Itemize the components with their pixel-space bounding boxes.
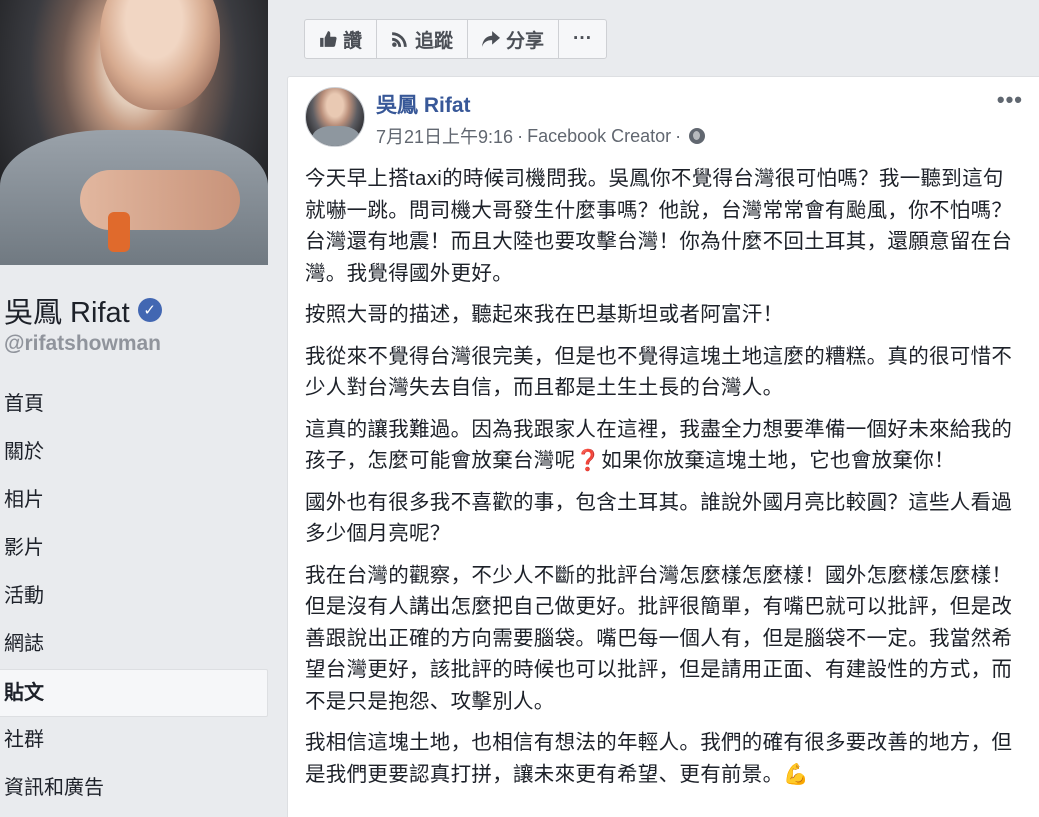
page-actions-bar: 讚 追蹤 分享 ··· — [304, 19, 608, 59]
post-paragraph: 按照大哥的描述，聽起來我在巴基斯坦或者阿富汗！ — [305, 303, 784, 326]
post-timestamp[interactable]: 7月21日上午9:16 — [376, 123, 513, 149]
nav-item-videos[interactable]: 影片 — [0, 525, 268, 573]
nav-item-info-ads[interactable]: 資訊和廣告 — [0, 765, 268, 813]
post-source[interactable]: Facebook Creator — [527, 126, 671, 147]
page-name-heading[interactable]: 吳鳳 Rifat ✓ — [4, 289, 162, 331]
share-button[interactable]: 分享 — [467, 19, 560, 59]
page-nav: 首頁 關於 相片 影片 活動 網誌 貼文 社群 資訊和廣告 — [0, 381, 268, 813]
page-name[interactable]: 吳鳳 Rifat — [4, 289, 130, 331]
post-author-link[interactable]: 吳鳳 Rifat — [376, 89, 471, 119]
author-avatar[interactable] — [305, 87, 365, 147]
post-body: 今天早上搭taxi的時候司機問我。吳鳳你不覺得台灣很可怕嗎？我一聽到這句就嚇一跳… — [305, 163, 1023, 800]
post-options-icon[interactable]: ••• — [997, 87, 1023, 113]
left-column: 吳鳳 Rifat ✓ @rifatshowman 首頁 關於 相片 影片 活動 … — [0, 0, 270, 817]
rss-icon — [392, 32, 407, 47]
thumbs-up-icon — [320, 31, 337, 47]
nav-item-community[interactable]: 社群 — [0, 717, 268, 765]
verified-badge-icon: ✓ — [137, 298, 162, 322]
nav-item-about[interactable]: 關於 — [0, 429, 268, 477]
post-paragraph: 這真的讓我難過。因為我跟家人在這裡，我盡全力想要準備一個好未來給我的孩子，怎麼可… — [305, 417, 1013, 473]
like-button[interactable]: 讚 — [304, 19, 378, 59]
follow-button[interactable]: 追蹤 — [376, 19, 469, 59]
ellipsis-icon: ··· — [573, 28, 593, 49]
nav-item-home[interactable]: 首頁 — [0, 381, 268, 429]
share-arrow-icon — [482, 31, 501, 47]
nav-item-posts[interactable]: 貼文 — [0, 669, 268, 717]
post-meta: 7月21日上午9:16 · Facebook Creator · — [376, 123, 706, 149]
meta-separator: · — [675, 125, 682, 146]
post-paragraph: 今天早上搭taxi的時候司機問我。吳鳳你不覺得台灣很可怕嗎？我一聽到這句就嚇一跳… — [305, 167, 1013, 285]
nav-item-photos[interactable]: 相片 — [0, 477, 268, 525]
meta-separator: · — [517, 125, 524, 146]
post-paragraph: 我在台灣的觀察，不少人不斷的批評台灣怎麼樣怎麼樣！國外怎麼樣怎麼樣！但是沒有人講… — [305, 563, 1013, 713]
more-actions-button[interactable]: ··· — [558, 19, 608, 59]
nav-item-notes[interactable]: 網誌 — [0, 621, 268, 669]
nav-item-events[interactable]: 活動 — [0, 573, 268, 621]
like-label: 讚 — [343, 30, 363, 52]
post-paragraph: 國外也有很多我不喜歡的事，包含土耳其。誰說外國月亮比較圓？這些人看過多少個月亮呢… — [305, 490, 1013, 546]
page-handle[interactable]: @rifatshowman — [4, 332, 161, 356]
share-label: 分享 — [506, 30, 545, 52]
globe-icon[interactable] — [689, 128, 706, 144]
follow-label: 追蹤 — [415, 30, 454, 52]
profile-picture[interactable] — [0, 0, 268, 265]
post-card: 吳鳳 Rifat 7月21日上午9:16 · Facebook Creator … — [287, 76, 1039, 817]
post-paragraph: 我從來不覺得台灣很完美，但是也不覺得這塊土地這麼的糟糕。真的很可惜不少人對台灣失… — [305, 344, 1013, 400]
post-paragraph: 我相信這塊土地，也相信有想法的年輕人。我們的確有很多要改善的地方，但是我們更要認… — [305, 731, 1013, 786]
